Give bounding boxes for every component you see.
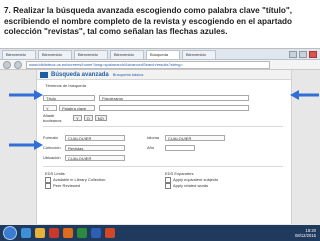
excel-icon[interactable] bbox=[77, 228, 87, 238]
back-icon[interactable] bbox=[3, 60, 11, 69]
connector-select[interactable]: Y bbox=[43, 104, 57, 111]
clock-date: 08/12/2015 bbox=[295, 233, 316, 238]
format-row: Formato CUALQUIER Idioma CUALQUIER bbox=[43, 134, 225, 141]
year-input[interactable] bbox=[165, 144, 195, 151]
search-input-1[interactable]: Fisioterapia bbox=[99, 94, 249, 101]
browser-tab-active[interactable]: Búsqueda bbox=[146, 49, 180, 59]
powerpoint-icon[interactable] bbox=[105, 228, 115, 238]
arrow-collection-icon bbox=[9, 140, 43, 150]
browser-tab[interactable]: Bienvenido bbox=[74, 49, 108, 59]
minimize-icon[interactable] bbox=[289, 50, 297, 58]
library-logo bbox=[40, 71, 48, 78]
related-option[interactable]: Apply related words bbox=[165, 183, 208, 189]
browser-tab[interactable]: Bienvenido bbox=[182, 49, 216, 59]
media-icon[interactable] bbox=[49, 228, 59, 238]
not-button[interactable]: NO bbox=[94, 114, 107, 121]
eds-expanders-label: EDS Expanders bbox=[165, 171, 194, 176]
search-input-2[interactable] bbox=[99, 104, 249, 111]
location-label: Ubicación bbox=[43, 155, 61, 160]
peer-option[interactable]: Peer Reviewed bbox=[45, 183, 80, 189]
windows-taskbar: 18:20 08/12/2015 bbox=[0, 225, 320, 241]
field-select-1[interactable]: Título bbox=[43, 94, 95, 101]
instruction-text: 7. Realizar la búsqueda avanzada escogie… bbox=[4, 6, 293, 36]
year-label: Año bbox=[147, 145, 155, 150]
eds-limits-label: EDS Limits bbox=[45, 171, 65, 176]
arrow-left-icon bbox=[9, 90, 43, 100]
arrow-right-icon bbox=[290, 90, 319, 100]
forward-icon[interactable] bbox=[14, 60, 22, 69]
language-label: Idioma bbox=[147, 135, 160, 140]
location-row: Ubicación CUALQUIER bbox=[43, 154, 125, 161]
url-field[interactable]: www.biblioteca.us.es/screens/home?lang=s… bbox=[26, 60, 270, 69]
address-bar: www.biblioteca.us.es/screens/home?lang=s… bbox=[0, 60, 320, 70]
search-terms-label: Términos de búsqueda bbox=[45, 83, 86, 88]
search-row-2: Y Palabra clave bbox=[43, 104, 249, 111]
search-row-1: Título Fisioterapia bbox=[43, 94, 249, 101]
format-select[interactable]: CUALQUIER bbox=[65, 134, 125, 141]
page-content: Búsqueda avanzada Búsqueda básica Términ… bbox=[36, 70, 292, 224]
page-header: Búsqueda avanzada Búsqueda básica bbox=[37, 70, 291, 80]
checkbox-icon[interactable] bbox=[45, 183, 51, 189]
peer-label: Peer Reviewed bbox=[53, 183, 81, 189]
browser-tab[interactable]: Bienvenido bbox=[2, 49, 36, 59]
location-select[interactable]: CUALQUIER bbox=[65, 154, 125, 161]
page-title: Búsqueda avanzada bbox=[51, 71, 109, 78]
collection-select[interactable]: Revistas bbox=[65, 144, 125, 151]
add-boolean-label: Añadir booleanos bbox=[43, 112, 62, 123]
related-label: Apply related words bbox=[173, 183, 209, 189]
available-label: Available in Library Collection bbox=[53, 177, 106, 183]
collection-row: Colección Revistas Año bbox=[43, 144, 195, 151]
divider bbox=[43, 166, 283, 167]
system-clock[interactable]: 18:20 08/12/2015 bbox=[295, 228, 316, 238]
word-icon[interactable] bbox=[91, 228, 101, 238]
boolean-row: Añadir booleanos Y O NO bbox=[43, 112, 107, 123]
browser-tab[interactable]: Bienvenido bbox=[110, 49, 144, 59]
or-button[interactable]: O bbox=[83, 114, 93, 121]
close-icon[interactable] bbox=[309, 50, 317, 58]
divider bbox=[43, 126, 283, 127]
field-select-2[interactable]: Palabra clave bbox=[59, 104, 95, 111]
browser-tab-bar: Bienvenido Bienvenido Bienvenido Bienven… bbox=[0, 49, 320, 60]
format-label: Formato bbox=[43, 135, 58, 140]
ie-icon[interactable] bbox=[21, 228, 31, 238]
browser-screenshot: Bienvenido Bienvenido Bienvenido Bienven… bbox=[0, 48, 320, 241]
firefox-icon[interactable] bbox=[63, 228, 73, 238]
and-button[interactable]: Y bbox=[73, 114, 82, 121]
folder-icon[interactable] bbox=[35, 228, 45, 238]
language-select[interactable]: CUALQUIER bbox=[165, 134, 225, 141]
window-controls bbox=[289, 50, 320, 58]
browser-tab[interactable]: Bienvenido bbox=[38, 49, 72, 59]
checkbox-icon[interactable] bbox=[165, 183, 171, 189]
basic-search-link[interactable]: Búsqueda básica bbox=[113, 72, 144, 77]
collection-label: Colección bbox=[43, 145, 61, 150]
maximize-icon[interactable] bbox=[299, 50, 307, 58]
start-button[interactable] bbox=[3, 226, 17, 240]
equivalent-label: Apply equivalent subjects bbox=[173, 177, 219, 183]
